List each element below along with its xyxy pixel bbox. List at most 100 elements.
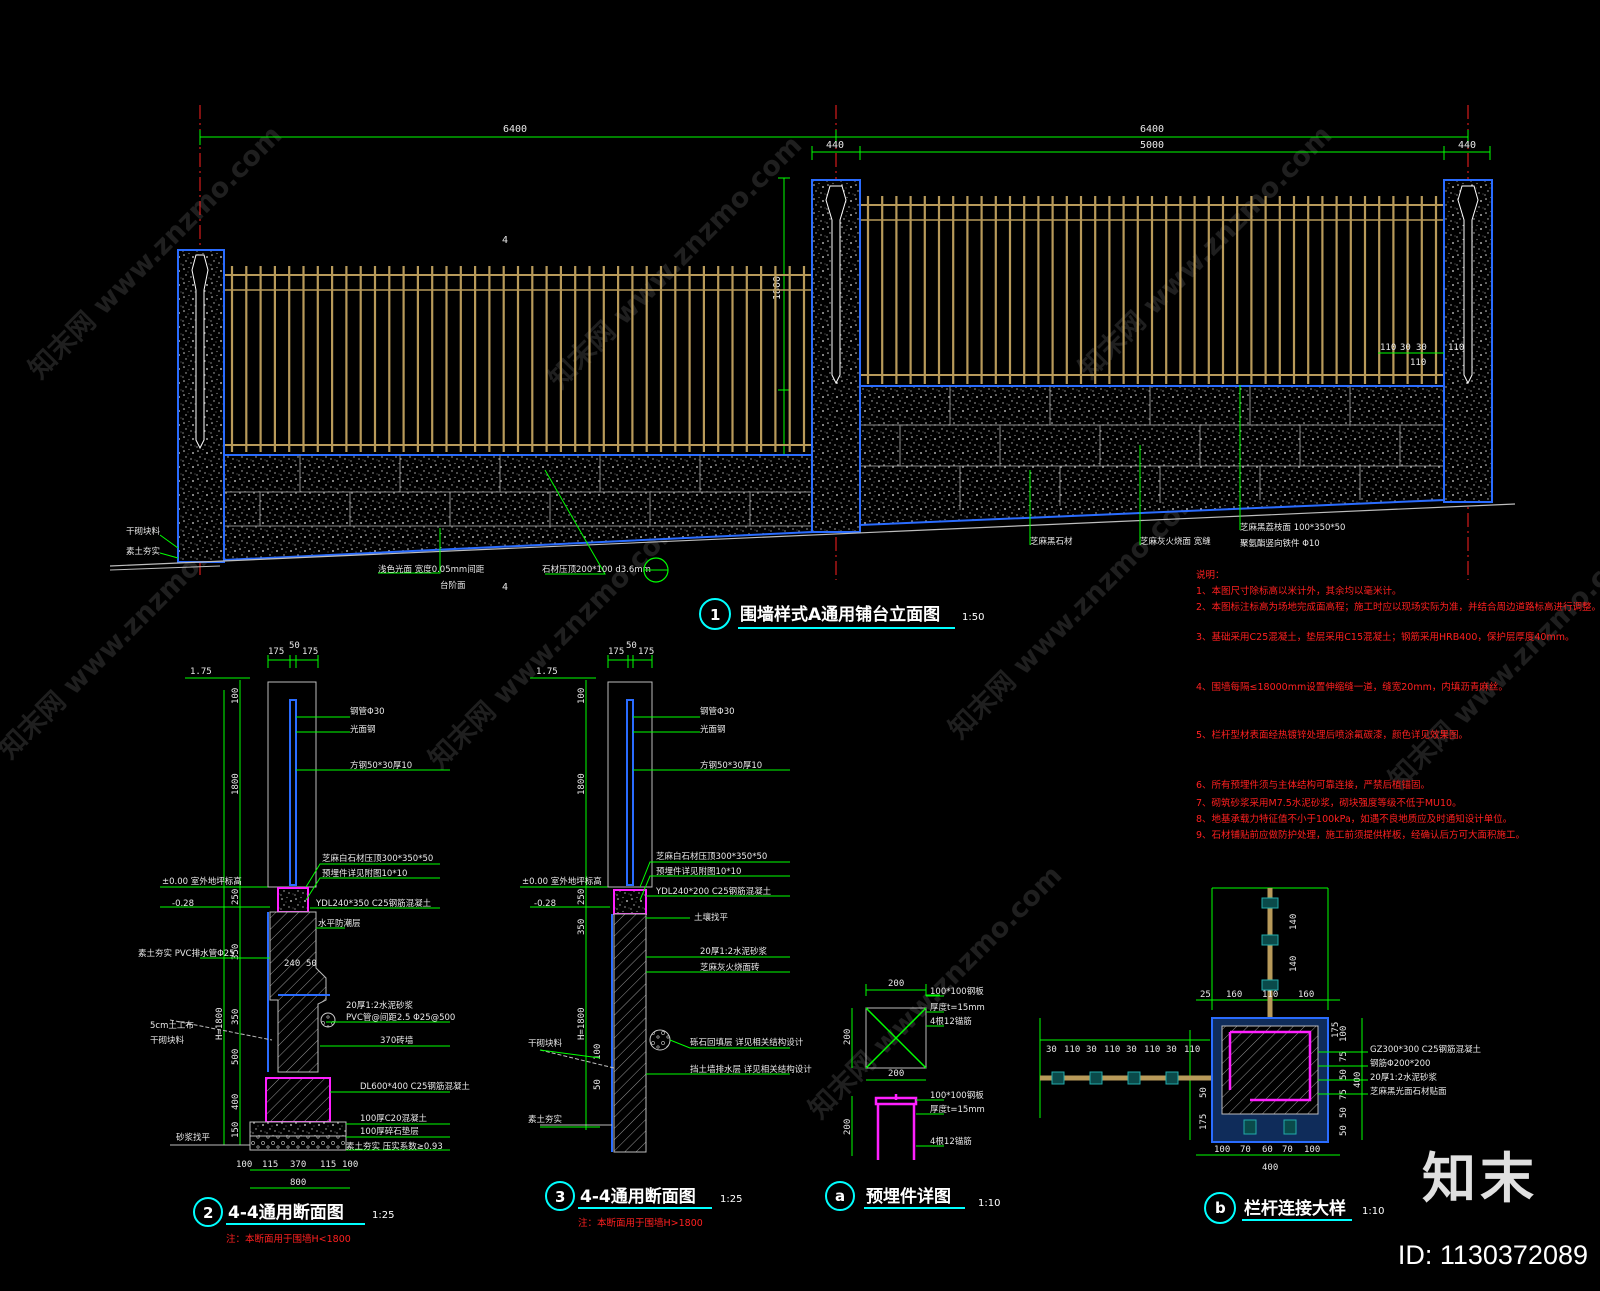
s2-callout: 100厚C20混凝土 [360, 1113, 427, 1124]
s3-top-dim: 175 [638, 647, 654, 657]
s3-callout: 土壤找平 [694, 912, 729, 923]
s3-callout: YDL240*200 C25钢筋混凝土 [655, 886, 772, 897]
rail-spacing-value: 30 [1400, 343, 1411, 353]
detail-a-dim: 200 [888, 1069, 904, 1079]
detail-b-callout: GZ300*300 C25钢筋混凝土 [1370, 1044, 1482, 1055]
detail-b-bottom-dim: 100 [1214, 1145, 1230, 1155]
drawing-number: 3 [555, 1188, 565, 1206]
s2-callout: 芝麻白石材压顶300*350*50 [322, 853, 433, 864]
detail-b-scale: 1:10 [1362, 1206, 1384, 1217]
detail-b-vert-dim: 140 [1289, 914, 1299, 930]
elevation-callout: 石材压顶200*100 d3.6mm [542, 564, 651, 575]
elevation-callout: 台阶面 [440, 580, 466, 591]
s2-callout: 370砖墙 [380, 1035, 414, 1046]
detail-b-left-dim: 175 [1199, 1114, 1209, 1130]
section3-title: 4-4通用断面图 [580, 1186, 696, 1207]
s3-callout: 钢管Φ30 [700, 706, 735, 717]
detail-b-total: 400 [1262, 1163, 1278, 1173]
watermark-text: 知末网 www.znzmo.com [1383, 530, 1600, 795]
note-item: 1、本图尺寸除标高以米计外，其余均以毫米计。 [1196, 585, 1402, 597]
s2-callout: 水平防潮层 [318, 918, 361, 929]
detail-b-drawing: 30 110 30 110 30 110 30 110 25 160 110 1… [1039, 887, 1482, 1224]
detail-b-vert-dim: 140 [1289, 956, 1299, 972]
note-item: 9、石材铺贴前应做防护处理，施工前须提供样板，经确认后方可大面积施工。 [1196, 829, 1525, 841]
s2-callout: 砂浆找平 [176, 1132, 211, 1143]
s3-top-dim: 175 [608, 647, 624, 657]
detail-a-dim: 200 [843, 1119, 853, 1135]
detail-b-bottom-dim: 70 [1240, 1145, 1251, 1155]
note-item: 3、基础采用C25混凝土，垫层采用C15混凝土；钢筋采用HRB400，保护层厚度… [1196, 631, 1574, 643]
section-tag: 4 [502, 235, 508, 246]
pier-right [1443, 179, 1493, 503]
elevation-callout: 素土夯实 [126, 546, 160, 557]
notes-heading: 说明： [1196, 569, 1225, 581]
s3-callout: 挡土墙排水层 详见相关结构设计 [690, 1064, 812, 1075]
detail-b-top-dim: 110 [1262, 990, 1278, 1000]
detail-b-rail-dim: 30 [1086, 1045, 1097, 1055]
s2-bottom-dim: 100 [236, 1160, 252, 1170]
detail-b-bottom-dim: 60 [1262, 1145, 1273, 1155]
s2-callout: 素土夯实 压实系数≥0.93 [346, 1141, 443, 1152]
elevation-callout: 浅色光面 宽度0.05mm间距 [378, 564, 485, 575]
stone-base-right [859, 385, 1445, 527]
section-tag: 4 [502, 582, 508, 593]
s2-callout: 钢管Φ30 [350, 706, 385, 717]
s2-callout: 5cm土工布 [150, 1020, 194, 1031]
s2-callout: 100厚碎石垫层 [360, 1126, 419, 1137]
section-2-drawing: 175 50 175 1.75 ±0.00 室外地坪标高 -0.28 100 1… [138, 641, 470, 1245]
s3-top-dim: 50 [626, 641, 637, 651]
s2-callout: 20厚1:2水泥砂浆 [346, 1000, 413, 1011]
drawing-number: 2 [203, 1204, 213, 1222]
s3-callout: 芝麻灰火烧面砖 [700, 962, 760, 973]
s3-callout: 芝麻白石材压顶300*350*50 [656, 851, 767, 862]
drawing-number: b [1215, 1199, 1226, 1217]
note-item: 4、围墙每隔≤18000mm设置伸缩缝一道，缝宽20mm，内填沥青麻丝。 [1196, 681, 1508, 693]
s2-callout: PVC管@间距2.5 Φ25@500 [346, 1012, 455, 1023]
detail-a-dim: 200 [843, 1029, 853, 1045]
s3-top-level: 1.75 [536, 667, 558, 677]
detail-b-rail-dim: 110 [1144, 1045, 1160, 1055]
dim-total-left: 6400 [503, 124, 527, 135]
rail-spacing-value: 30 [1416, 343, 1427, 353]
detail-b-top-dim: 160 [1226, 990, 1242, 1000]
note-item: 5、栏杆型材表面经热镀锌处理后喷涂氟碳漆，颜色详见效果图。 [1196, 729, 1468, 741]
s2-vdim: 350 [231, 1009, 241, 1025]
elevation-callout: 聚氨酯竖向铁件 Φ10 [1240, 538, 1320, 549]
detail-b-top-dim: 160 [1298, 990, 1314, 1000]
detail-b-right-dim: 75 [1339, 1051, 1349, 1062]
s2-callout: YDL240*350 C25钢筋混凝土 [315, 898, 432, 909]
brand-logo: 知末 [1422, 1147, 1538, 1210]
s3-level: -0.28 [534, 899, 556, 909]
note-item: 7、砌筑砂浆采用M7.5水泥砂浆，砌块强度等级不低于MU10。 [1196, 797, 1462, 809]
cad-drawing: 知末网 www.znzmo.com 知末网 www.znzmo.com 知末网 … [0, 105, 1600, 1245]
section3-note: 注：本断面用于围墙H>1800 [578, 1217, 703, 1229]
s2-vdim: H=1800 [215, 1007, 225, 1040]
detail-b-callout: 钢筋Φ200*200 [1370, 1058, 1430, 1069]
elevation-callout: 干砌块料 [126, 526, 161, 537]
detail-a-callout: 4根12锚筋 [930, 1016, 972, 1027]
detail-b-right-dim: 50 [1339, 1125, 1349, 1136]
s2-vdim: 250 [231, 889, 241, 905]
detail-b-right-dim: 50 [1339, 1069, 1349, 1080]
general-notes: 说明： 1、本图尺寸除标高以米计外，其余均以毫米计。 2、本图标注标高为场地完成… [1196, 569, 1600, 841]
detail-b-right-dim: 50 [1339, 1107, 1349, 1118]
s3-vdim: 50 [593, 1079, 603, 1090]
dim-pier-left: 440 [826, 140, 844, 151]
elevation-scale: 1:50 [962, 612, 984, 623]
detail-a-callout: 厚度t=15mm [930, 1104, 985, 1115]
s2-bottom-total: 800 [290, 1178, 306, 1188]
elevation-callout: 芝麻黑荔枝面 100*350*50 [1240, 522, 1345, 533]
detail-a-callout: 厚度t=15mm [930, 1002, 985, 1013]
drawing-number: a [835, 1187, 845, 1205]
rail-spacing-value: 110 [1448, 343, 1464, 353]
s2-level: -0.28 [172, 899, 194, 909]
s2-callout: 方钢50*30厚10 [350, 760, 412, 771]
detail-a-dim: 200 [888, 979, 904, 989]
detail-a-callout: 100*100钢板 [930, 1090, 984, 1101]
detail-b-right-dim: 75 [1339, 1089, 1349, 1100]
s2-mid-dim: 240 [284, 959, 300, 969]
s3-callout: 砾石回填层 详见相关结构设计 [690, 1037, 804, 1048]
rail-spacing-value: 110 [1380, 343, 1396, 353]
s2-callout: 光面钢 [350, 724, 376, 735]
s2-callout: 预埋件详见附图10*10 [322, 868, 407, 879]
